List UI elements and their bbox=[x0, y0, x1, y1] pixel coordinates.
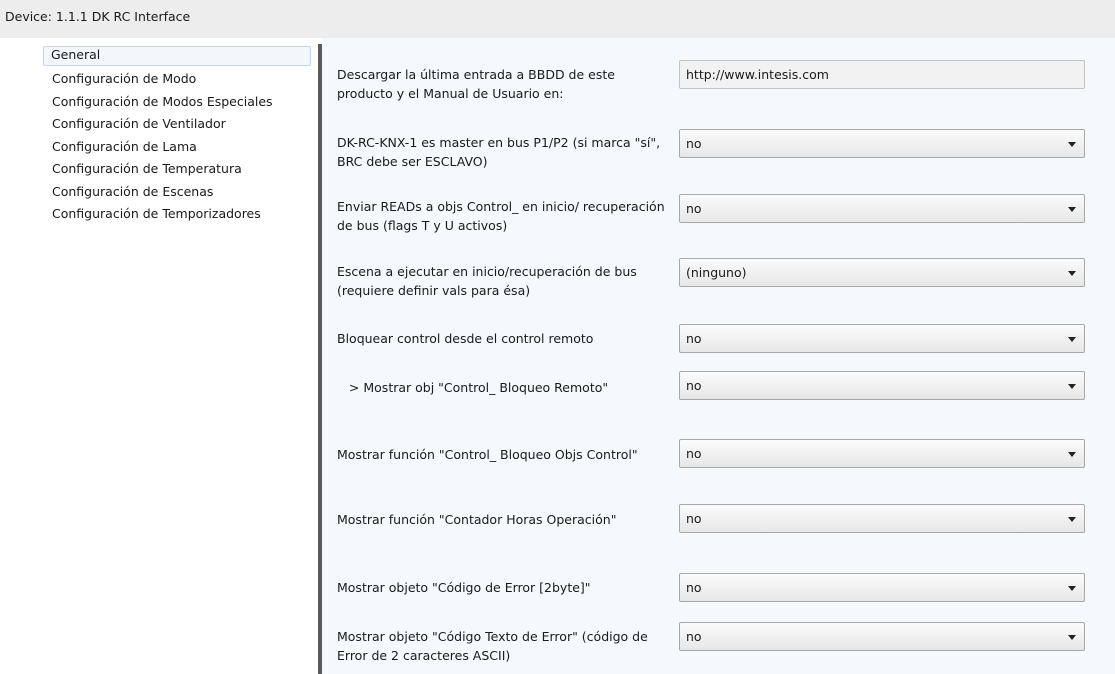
param-label-master: DK-RC-KNX-1 es master en bus P1/P2 (si m… bbox=[337, 135, 661, 169]
select-value: no bbox=[686, 378, 702, 393]
sidebar-item-label: Configuración de Modo bbox=[52, 71, 197, 86]
device-title-bar: Device: 1.1.1 DK RC Interface bbox=[0, 0, 1115, 38]
param-label-codigo-texto: Mostrar objeto "Código Texto de Error" (… bbox=[337, 629, 648, 663]
param-label-codigo-error: Mostrar objeto "Código de Error [2byte]" bbox=[337, 580, 591, 595]
bloquear-select[interactable]: no bbox=[679, 324, 1085, 353]
chevron-down-icon bbox=[1068, 337, 1076, 342]
sidebar-item-ventilador[interactable]: Configuración de Ventilador bbox=[45, 113, 311, 136]
sidebar-item-label: Configuración de Temperatura bbox=[52, 161, 242, 176]
sidebar-item-lama[interactable]: Configuración de Lama bbox=[45, 136, 311, 159]
chevron-down-icon bbox=[1068, 452, 1076, 457]
sidebar-item-temporizadores[interactable]: Configuración de Temporizadores bbox=[45, 203, 311, 226]
sidebar-item-label: Configuración de Ventilador bbox=[52, 116, 226, 131]
sidebar-item-escenas[interactable]: Configuración de Escenas bbox=[45, 181, 311, 204]
param-label-contador-horas: Mostrar función "Contador Horas Operació… bbox=[337, 512, 617, 527]
download-url-field[interactable]: http://www.intesis.com bbox=[679, 60, 1085, 89]
param-label-reads: Enviar READs a objs Control_ en inicio/ … bbox=[337, 199, 665, 233]
param-label-bloqueo-objs: Mostrar función "Control_ Bloqueo Objs C… bbox=[337, 447, 638, 462]
sidebar-item-label: Configuración de Temporizadores bbox=[52, 206, 261, 221]
sidebar-item-temperatura[interactable]: Configuración de Temperatura bbox=[45, 158, 311, 181]
sidebar-item-label: Configuración de Lama bbox=[52, 138, 197, 154]
select-value: no bbox=[686, 136, 702, 151]
param-label-download: Descargar la última entrada a BBDD de es… bbox=[337, 67, 615, 101]
select-value: no bbox=[686, 511, 702, 526]
sidebar: General Configuración de Modo Configurac… bbox=[0, 38, 318, 674]
chevron-down-icon bbox=[1068, 384, 1076, 389]
escena-select[interactable]: (ninguno) bbox=[679, 258, 1085, 287]
parameters-panel: Descargar la última entrada a BBDD de es… bbox=[322, 38, 1115, 674]
param-label-mostrar-bloqueo-remoto: > Mostrar obj "Control_ Bloqueo Remoto" bbox=[337, 380, 609, 395]
sidebar-item-general[interactable]: General bbox=[43, 46, 311, 66]
sidebar-item-modos-especiales[interactable]: Configuración de Modos Especiales bbox=[45, 91, 311, 114]
chevron-down-icon bbox=[1068, 586, 1076, 591]
select-value: no bbox=[686, 629, 702, 644]
sidebar-item-modo[interactable]: Configuración de Modo bbox=[45, 68, 311, 91]
chevron-down-icon bbox=[1068, 207, 1076, 212]
codigo-error-select[interactable]: no bbox=[679, 573, 1085, 602]
codigo-texto-select[interactable]: no bbox=[679, 622, 1085, 651]
reads-select[interactable]: no bbox=[679, 194, 1085, 223]
bloqueo-objs-select[interactable]: no bbox=[679, 439, 1085, 468]
param-label-escena: Escena a ejecutar en inicio/recuperación… bbox=[337, 264, 637, 298]
sidebar-list: General Configuración de Modo Configurac… bbox=[0, 38, 318, 226]
mostrar-bloqueo-remoto-select[interactable]: no bbox=[679, 371, 1085, 400]
sidebar-item-label: Configuración de Escenas bbox=[52, 183, 214, 199]
param-label-bloquear: Bloquear control desde el control remoto bbox=[337, 331, 594, 346]
chevron-down-icon bbox=[1068, 517, 1076, 522]
device-title: Device: 1.1.1 DK RC Interface bbox=[5, 9, 191, 24]
contador-horas-select[interactable]: no bbox=[679, 504, 1085, 533]
select-value: no bbox=[686, 331, 702, 346]
select-value: no bbox=[686, 446, 702, 461]
select-value: (ninguno) bbox=[686, 265, 747, 280]
master-select[interactable]: no bbox=[679, 129, 1085, 158]
chevron-down-icon bbox=[1068, 635, 1076, 640]
sidebar-item-label: General bbox=[51, 47, 101, 62]
chevron-down-icon bbox=[1068, 271, 1076, 276]
sidebar-item-label: Configuración de Modos Especiales bbox=[52, 93, 273, 109]
select-value: no bbox=[686, 580, 702, 595]
select-value: no bbox=[686, 201, 702, 216]
chevron-down-icon bbox=[1068, 142, 1076, 147]
